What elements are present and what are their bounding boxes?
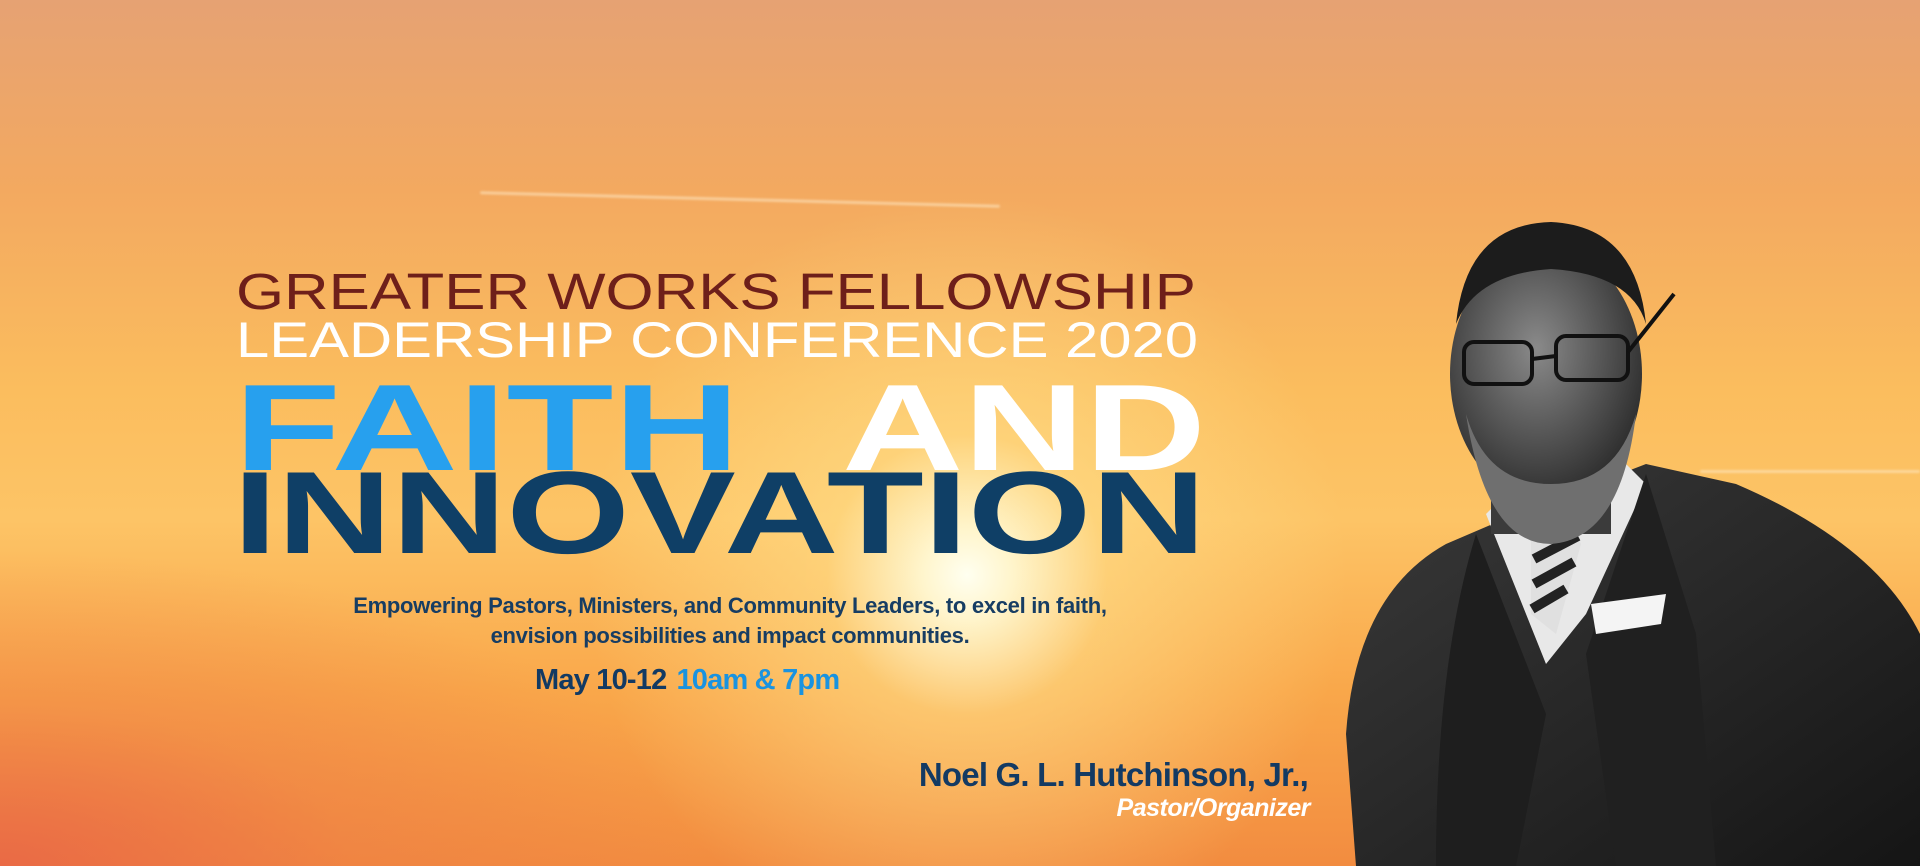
tagline-line-2: envision possibilities and impact commun…: [490, 623, 970, 648]
tagline-line-1: Empowering Pastors, Ministers, and Commu…: [353, 593, 1107, 618]
speaker-role: Pastor/Organizer: [1116, 794, 1311, 822]
title-innovation: INNOVATION: [233, 447, 1206, 578]
event-date: May 10-12: [535, 664, 667, 696]
speaker-photo: [1346, 222, 1920, 866]
speaker-name: Noel G. L. Hutchinson, Jr.,: [918, 756, 1309, 793]
event-schedule: May 10-12 10am & 7pm: [535, 664, 840, 697]
event-time: 10am & 7pm: [676, 664, 840, 696]
